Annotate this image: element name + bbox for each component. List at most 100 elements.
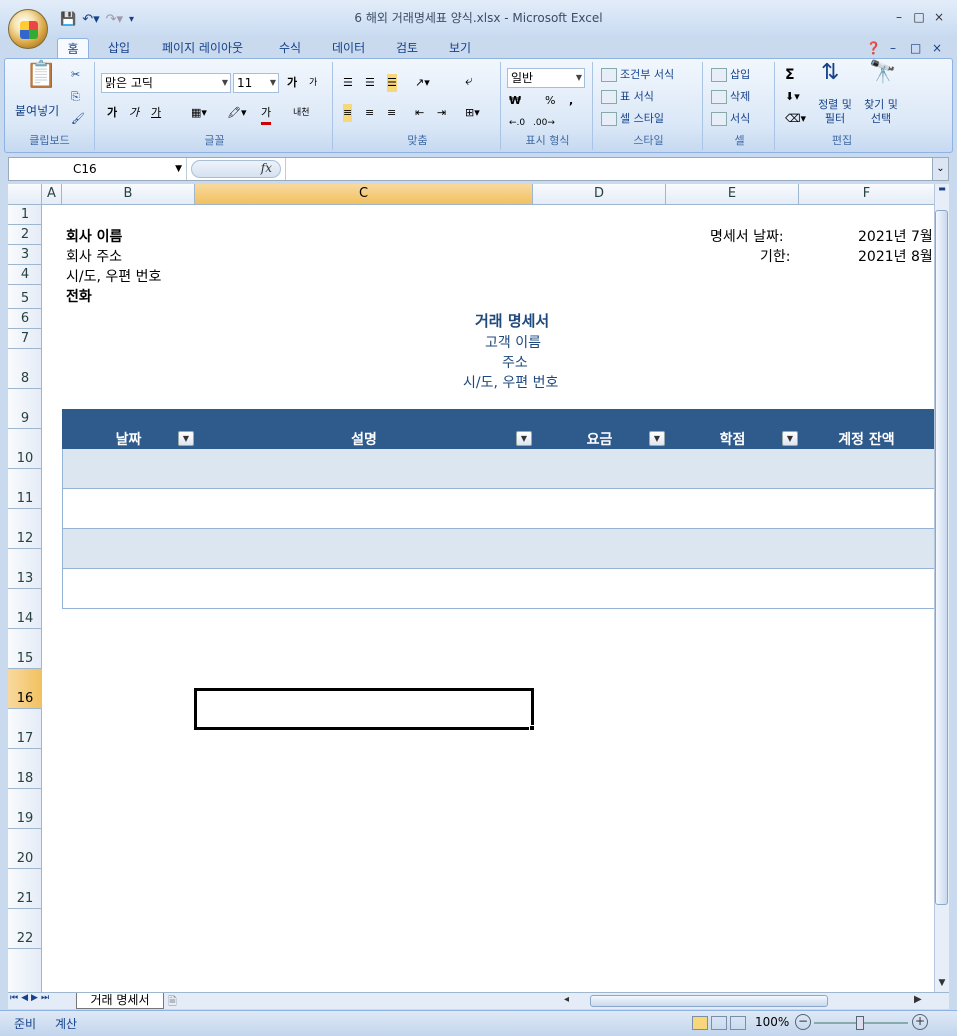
row-header-13[interactable]: 13 (8, 549, 42, 589)
tab-review[interactable]: 검토 (396, 38, 418, 58)
fill-color-icon[interactable]: 🖍▾ (227, 104, 247, 122)
table-header-date[interactable]: 날짜 (62, 429, 195, 449)
select-all-corner[interactable] (8, 184, 42, 204)
close-button[interactable]: × (930, 10, 948, 26)
shrink-font-button[interactable]: 가 (309, 74, 317, 92)
active-cell-selection[interactable] (194, 688, 535, 731)
split-box-icon[interactable]: ▬ (935, 184, 949, 194)
tab-insert[interactable]: 삽입 (108, 38, 130, 58)
align-center-icon[interactable]: ≡ (365, 104, 374, 122)
insert-cells-button[interactable]: 삽입 (711, 66, 750, 84)
row-header-11[interactable]: 11 (8, 469, 42, 509)
filter-dropdown-icon[interactable]: ▼ (178, 431, 194, 446)
binoculars-icon[interactable]: 🔭 (869, 62, 896, 84)
align-right-icon[interactable]: ≡ (387, 104, 396, 122)
format-cells-button[interactable]: 서식 (711, 110, 750, 128)
borders-icon[interactable]: ▦▾ (191, 104, 207, 122)
column-header-c[interactable]: C (195, 184, 533, 204)
tab-formulas[interactable]: 수식 (279, 38, 301, 58)
row-header-16[interactable]: 16 (8, 669, 42, 709)
company-name[interactable]: 회사 이름 (66, 226, 122, 246)
tab-page-layout[interactable]: 페이지 레이아웃 (162, 38, 243, 58)
column-header-d[interactable]: D (533, 184, 666, 204)
column-header-f[interactable]: F (799, 184, 934, 204)
row-header-21[interactable]: 21 (8, 869, 42, 909)
table-row[interactable] (62, 449, 934, 489)
restore-button[interactable]: □ (910, 10, 928, 26)
ribbon-close-button[interactable]: × (932, 38, 942, 58)
row-header-10[interactable]: 10 (8, 429, 42, 469)
statement-title[interactable]: 거래 명세서 (475, 310, 549, 331)
status-calculate[interactable]: 계산 (55, 1015, 77, 1032)
insert-function-button[interactable]: fx (191, 160, 281, 178)
ribbon-minimize-button[interactable]: – (890, 38, 896, 58)
customer-name[interactable]: 고객 이름 (485, 332, 541, 352)
comma-button[interactable]: , (569, 92, 573, 110)
percent-button[interactable]: % (545, 92, 555, 110)
ribbon-restore-button[interactable]: □ (910, 38, 921, 58)
zoom-in-icon[interactable]: + (912, 1014, 928, 1030)
fill-icon[interactable]: ⬇▾ (785, 88, 800, 106)
row-header-20[interactable]: 20 (8, 829, 42, 869)
column-header-a[interactable]: A (42, 184, 62, 204)
zoom-slider-thumb[interactable] (856, 1016, 864, 1030)
table-row[interactable] (62, 529, 934, 569)
worksheet-grid[interactable]: A B C D E F 1 2 3 4 5 6 7 8 9 10 11 12 1… (8, 184, 934, 992)
sheet-nav-arrows-icon[interactable]: ⏮◀▶⏭ (10, 993, 52, 1003)
tab-home[interactable]: 홈 (57, 38, 89, 58)
table-header-description[interactable]: 설명 (195, 429, 533, 449)
clear-icon[interactable]: ⌫▾ (785, 110, 806, 128)
row-header-6[interactable]: 6 (8, 309, 42, 329)
sort-filter-icon[interactable]: ⇅ (821, 62, 839, 84)
row-header-15[interactable]: 15 (8, 629, 42, 669)
increase-indent-icon[interactable]: ⇥ (437, 104, 446, 122)
statement-date-value[interactable]: 2021년 7월 (858, 226, 933, 246)
decrease-decimal-icon[interactable]: .00→ (533, 114, 555, 132)
filter-dropdown-icon[interactable]: ▼ (516, 431, 532, 446)
column-header-b[interactable]: B (62, 184, 195, 204)
company-city-zip[interactable]: 시/도, 우편 번호 (66, 266, 161, 286)
row-header-3[interactable]: 3 (8, 245, 42, 265)
tab-data[interactable]: 데이터 (332, 38, 365, 58)
filter-dropdown-icon[interactable]: ▼ (782, 431, 798, 446)
align-top-icon[interactable]: ☰ (343, 74, 353, 92)
row-header-4[interactable]: 4 (8, 265, 42, 285)
company-address[interactable]: 회사 주소 (66, 246, 122, 266)
table-row[interactable] (62, 489, 934, 529)
row-header-12[interactable]: 12 (8, 509, 42, 549)
conditional-format-button[interactable]: 조건부 서식 (601, 66, 674, 84)
office-button[interactable] (8, 9, 48, 49)
decrease-indent-icon[interactable]: ⇤ (415, 104, 424, 122)
due-date-value[interactable]: 2021년 8월 (858, 246, 933, 266)
align-middle-icon[interactable]: ☰ (365, 74, 375, 92)
horizontal-scroll-thumb[interactable] (590, 995, 828, 1007)
sort-filter-button[interactable]: 정렬 및 필터 (813, 98, 857, 126)
find-select-button[interactable]: 찾기 및 선택 (859, 98, 903, 126)
cell-styles-button[interactable]: 셀 스타일 (601, 110, 664, 128)
phonetic-button[interactable]: 내천 (293, 104, 310, 122)
zoom-out-icon[interactable]: − (795, 1014, 811, 1030)
scroll-right-icon[interactable]: ▶ (914, 994, 922, 1005)
normal-view-icon[interactable] (692, 1016, 708, 1030)
underline-button[interactable]: 가 (151, 104, 161, 122)
currency-button[interactable]: ₩ (509, 92, 521, 110)
tab-view[interactable]: 보기 (449, 38, 471, 58)
bold-button[interactable]: 가 (107, 104, 117, 122)
sheet-tab-statement[interactable]: 거래 명세서 (76, 993, 164, 1009)
table-header-credit[interactable]: 학점 (666, 429, 799, 449)
cut-icon[interactable]: ✂ (71, 66, 80, 84)
name-box[interactable]: C16 ▼ (9, 158, 187, 180)
table-header-charge[interactable]: 요금 (533, 429, 666, 449)
zoom-level[interactable]: 100% (755, 1015, 789, 1029)
format-table-button[interactable]: 표 서식 (601, 88, 654, 106)
scroll-down-icon[interactable]: ▼ (935, 978, 949, 990)
align-bottom-icon[interactable]: ☰ (387, 74, 397, 92)
help-icon[interactable]: ❓ (866, 38, 881, 58)
wrap-text-icon[interactable]: ⤶ (465, 72, 473, 90)
font-name-combo[interactable]: 맑은 고딕 ▼ (101, 73, 231, 93)
merge-center-icon[interactable]: ⊞▾ (465, 104, 480, 122)
customer-city-zip[interactable]: 시/도, 우편 번호 (463, 372, 558, 392)
expand-formula-bar-icon[interactable]: ⌄ (932, 157, 949, 181)
row-header-8[interactable]: 8 (8, 349, 42, 389)
page-layout-view-icon[interactable] (711, 1016, 727, 1030)
